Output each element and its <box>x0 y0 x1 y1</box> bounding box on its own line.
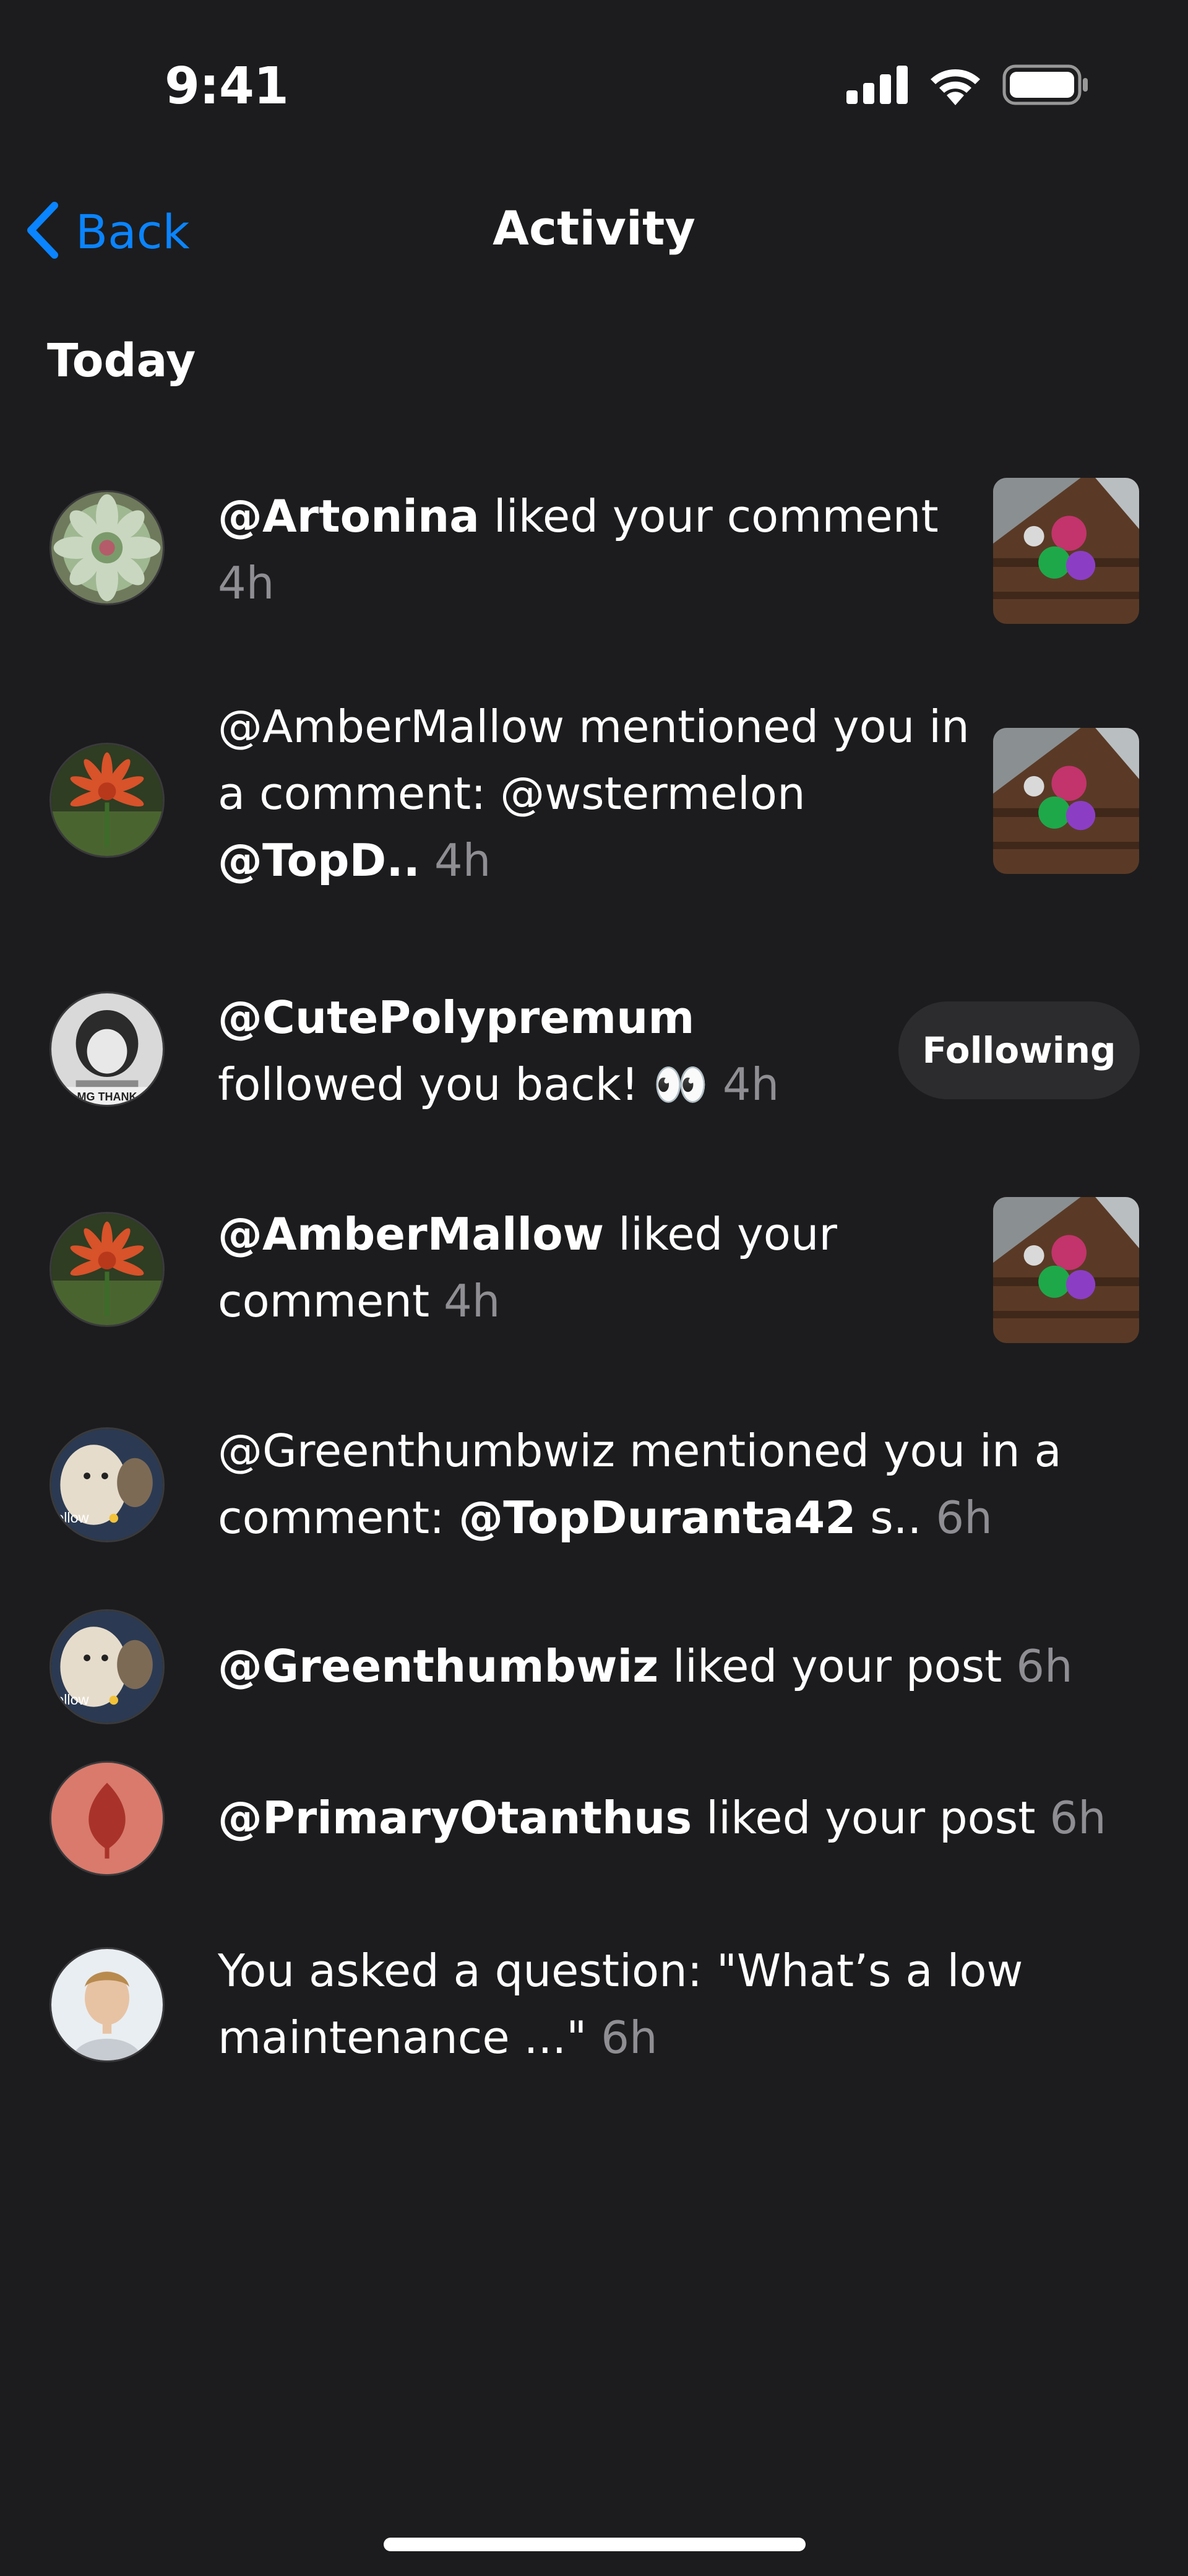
activity-username[interactable]: @PrimaryOtanthus <box>218 1792 692 1844</box>
activity-row[interactable]: MG THANK @CutePolypremum followed you bac… <box>0 984 1188 1120</box>
activity-username[interactable]: @Artonina <box>218 490 480 542</box>
activity-row[interactable]: @PrimaryOtanthus liked your post 6h <box>0 1761 1188 1885</box>
svg-text:ellow: ellow <box>56 1510 88 1526</box>
avatar-user-self[interactable] <box>50 1947 165 2062</box>
activity-time: 6h <box>1016 1640 1073 1692</box>
activity-row[interactable]: ellow @Greenthumbwiz mentioned you in a … <box>0 1417 1188 1566</box>
navigation-bar: Back Activity <box>0 186 1188 272</box>
activity-text: @CutePolypremum followed you back! 👀 4h <box>218 992 780 1110</box>
avatar-red-flower[interactable] <box>50 743 165 858</box>
activity-username[interactable]: @CutePolypremum <box>218 992 694 1044</box>
status-bar: 9:41 <box>0 0 1188 149</box>
status-icons <box>846 64 1089 108</box>
avatar-succulent[interactable] <box>50 490 165 605</box>
activity-text: @AmberMallow mentioned you in a comment:… <box>218 701 970 886</box>
activity-username[interactable]: @AmberMallow <box>218 1208 604 1260</box>
activity-mention[interactable]: @TopDuranta42 <box>458 1492 856 1544</box>
post-thumbnail[interactable] <box>993 478 1139 624</box>
activity-username[interactable]: @Greenthumbwiz <box>218 1640 658 1692</box>
activity-time: 4h <box>722 1058 780 1110</box>
avatar-primaryotanthus[interactable] <box>50 1761 165 1876</box>
following-button[interactable]: Following <box>898 1001 1140 1099</box>
avatar-red-flower[interactable] <box>50 1212 165 1327</box>
svg-text:MG THANK: MG THANK <box>77 1091 137 1103</box>
activity-row[interactable]: @Artonina liked your comment 4h <box>0 477 1188 625</box>
post-thumbnail[interactable] <box>993 1197 1139 1343</box>
activity-text: @AmberMallow liked your comment 4h <box>218 1208 838 1327</box>
activity-text: You asked a question: "What’s a low main… <box>218 1945 1023 2064</box>
status-time: 9:41 <box>165 57 289 116</box>
cellular-signal-icon <box>846 66 908 106</box>
activity-text: @PrimaryOtanthus liked your post 6h <box>218 1792 1106 1844</box>
activity-text: @Artonina liked your comment 4h <box>218 490 939 609</box>
activity-row[interactable]: ellow @Greenthumbwiz liked your post 6h <box>0 1609 1188 1733</box>
svg-text:ellow: ellow <box>56 1692 88 1708</box>
home-indicator[interactable] <box>384 2538 806 2551</box>
avatar-greenthumbwiz[interactable]: ellow <box>50 1609 165 1724</box>
activity-text: @Greenthumbwiz mentioned you in a commen… <box>218 1425 1062 1544</box>
activity-row[interactable]: @AmberMallow mentioned you in a comment:… <box>0 693 1188 904</box>
activity-time: 6h <box>1049 1792 1106 1844</box>
activity-time: 6h <box>601 2012 658 2064</box>
avatar-vintage-photo[interactable]: MG THANK <box>50 992 165 1107</box>
activity-time: 6h <box>936 1492 992 1544</box>
activity-mention[interactable]: @TopD.. <box>218 834 420 886</box>
post-thumbnail[interactable] <box>993 728 1139 874</box>
activity-time: 4h <box>218 557 275 609</box>
activity-row[interactable]: You asked a question: "What’s a low main… <box>0 1937 1188 2086</box>
activity-text: @Greenthumbwiz liked your post 6h <box>218 1640 1073 1692</box>
avatar-greenthumbwiz[interactable]: ellow <box>50 1427 165 1542</box>
activity-time: 4h <box>434 834 491 886</box>
wifi-icon <box>927 64 984 108</box>
section-header-today: Today <box>47 334 196 387</box>
activity-time: 4h <box>443 1275 501 1327</box>
page-title: Activity <box>493 201 695 256</box>
battery-icon <box>1002 64 1089 108</box>
activity-row[interactable]: @AmberMallow liked your comment 4h <box>0 1197 1188 1349</box>
